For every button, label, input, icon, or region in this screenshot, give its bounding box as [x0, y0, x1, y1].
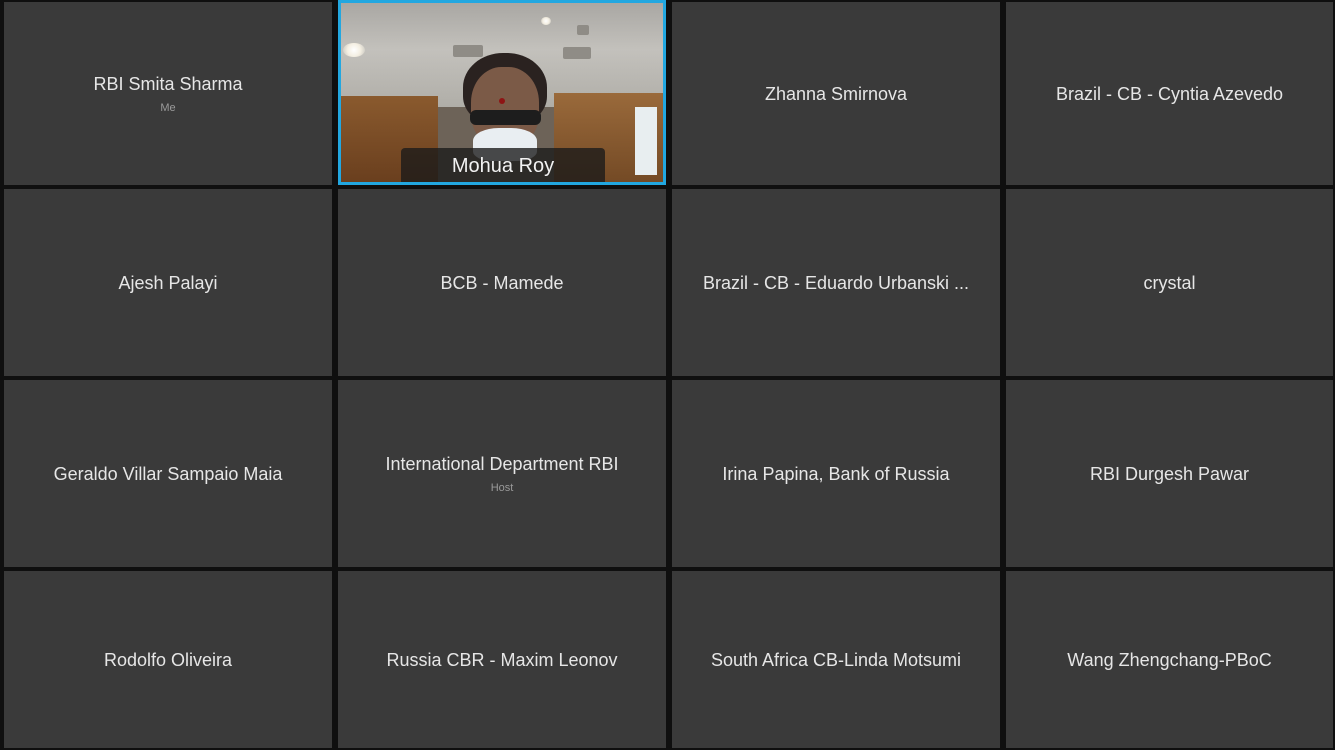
participant-tile[interactable]: Ajesh Palayi [4, 189, 332, 376]
participant-video-tile-active-speaker[interactable]: Mohua Roy [338, 0, 666, 185]
ceiling-light [343, 43, 365, 57]
participant-role-label: Host [490, 481, 514, 494]
participant-gallery: RBI Smita Sharma Me Mohua Roy Zhanna Smi… [0, 0, 1335, 750]
participant-tile[interactable]: Wang Zhengchang-PBoC [1006, 571, 1333, 748]
participant-tile[interactable]: Rodolfo Oliveira [4, 571, 332, 748]
participant-role-label: Me [160, 101, 176, 114]
participant-name: Rodolfo Oliveira [103, 649, 233, 670]
participant-name: Brazil - CB - Eduardo Urbanski ... [702, 272, 970, 293]
participant-name: Brazil - CB - Cyntia Azevedo [1055, 83, 1284, 104]
participant-name: Ajesh Palayi [118, 272, 218, 293]
participant-name: RBI Durgesh Pawar [1089, 463, 1250, 484]
ceiling-vent [563, 47, 591, 59]
participant-name: crystal [1143, 272, 1196, 293]
participant-name: Geraldo Villar Sampaio Maia [53, 463, 283, 484]
video-background-window [635, 106, 657, 175]
participant-tile[interactable]: Zhanna Smirnova [672, 2, 1000, 185]
participant-name: Zhanna Smirnova [764, 83, 908, 104]
participant-name: RBI Smita Sharma [93, 73, 243, 94]
participant-tile[interactable]: South Africa CB-Linda Motsumi [672, 571, 1000, 748]
participant-name: Mohua Roy [401, 148, 605, 182]
participant-name: Wang Zhengchang-PBoC [1067, 649, 1272, 670]
ceiling-vent [577, 25, 589, 35]
participant-name: Irina Papina, Bank of Russia [722, 463, 950, 484]
participant-tile[interactable]: International Department RBI Host [338, 380, 666, 567]
participant-tile[interactable]: Russia CBR - Maxim Leonov [338, 571, 666, 748]
participant-tile[interactable]: RBI Durgesh Pawar [1006, 380, 1333, 567]
person-glasses [469, 110, 541, 125]
participant-tile[interactable]: BCB - Mamede [338, 189, 666, 376]
participant-tile[interactable]: Brazil - CB - Cyntia Azevedo [1006, 2, 1333, 185]
participant-name: International Department RBI [385, 453, 619, 474]
person-bindi [499, 97, 505, 104]
ceiling-light [541, 17, 551, 25]
participant-name: Russia CBR - Maxim Leonov [386, 649, 618, 670]
participant-tile[interactable]: RBI Smita Sharma Me [4, 2, 332, 185]
participant-tile[interactable]: Brazil - CB - Eduardo Urbanski ... [672, 189, 1000, 376]
ceiling-vent [453, 45, 483, 57]
participant-tile[interactable]: Irina Papina, Bank of Russia [672, 380, 1000, 567]
participant-tile[interactable]: crystal [1006, 189, 1333, 376]
participant-name: South Africa CB-Linda Motsumi [710, 649, 962, 670]
participant-name: BCB - Mamede [440, 272, 564, 293]
participant-tile[interactable]: Geraldo Villar Sampaio Maia [4, 380, 332, 567]
